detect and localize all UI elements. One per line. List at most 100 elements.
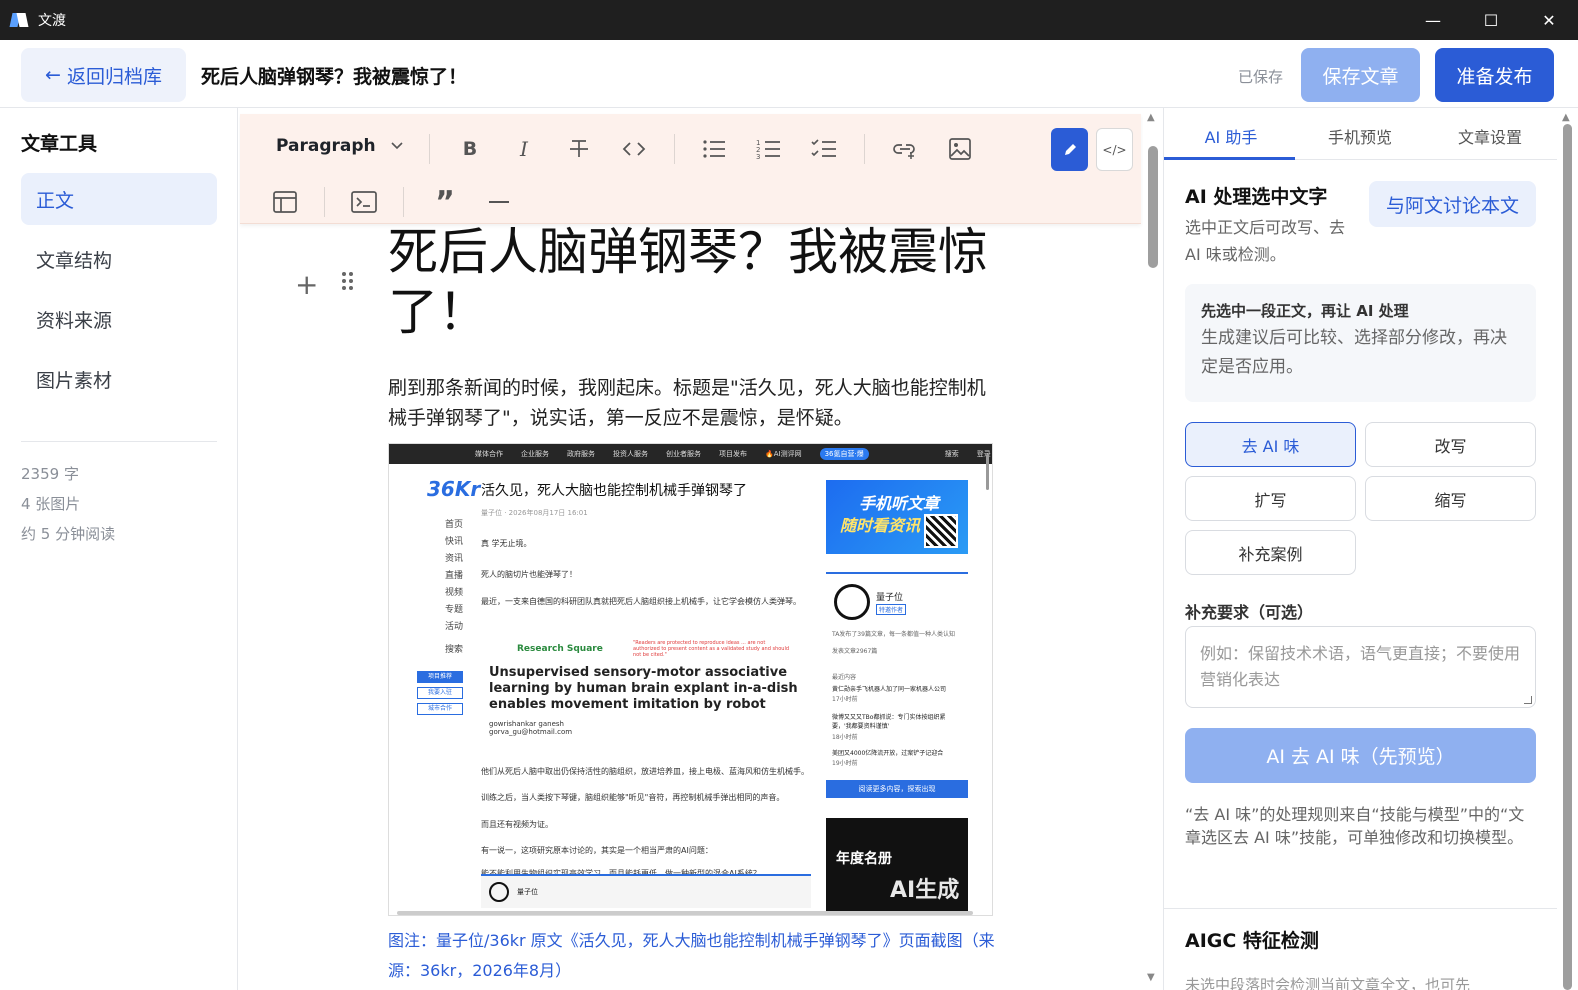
drag-handle-icon[interactable] [342,272,354,292]
app-logo-icon [9,11,29,29]
shot-side-item: 直播 [445,571,464,581]
scroll-up-icon[interactable]: ▲ [1147,112,1155,123]
paragraph-style-dropdown[interactable]: Paragraph [276,136,404,156]
shot-rs-note: "Readers are protected to reproduce idea… [633,640,790,658]
right-panel-scrollbar[interactable]: ▲ [1558,108,1578,990]
editor-scrollbar[interactable]: ▲ ▼ [1143,108,1163,990]
document-title: 死后人脑弹钢琴？我被震惊了！ [201,66,468,88]
shot-nav-item: 🔥AI测评网 [765,450,802,458]
scrollbar-thumb[interactable] [1563,124,1572,990]
image-icon[interactable] [945,134,975,164]
table-icon[interactable] [270,187,300,217]
shot-side-item: 首页 [445,520,464,530]
shot-meta: 量子位 · 2026年08月17日 16:01 [481,509,588,517]
shot-ad-line: 年度名册 [836,851,892,867]
de-ai-button[interactable]: 去 AI 味 [1185,422,1356,467]
horizontal-rule-icon[interactable] [484,187,514,217]
panel-divider [1164,908,1557,909]
task-list-icon[interactable] [809,134,839,164]
strikethrough-icon[interactable] [564,134,594,164]
toolbar-separator [864,134,865,164]
svg-text:3: 3 [756,153,760,160]
editor-area: Paragraph B I 123 </> ” + 死后人脑弹钢琴？我被震惊了！… [239,108,1143,990]
save-article-button[interactable]: 保存文章 [1301,48,1420,102]
skill-rule-note: “去 AI 味”的处理规则来自“技能与模型”中的“文章选区去 AI 味”技能，可… [1185,805,1525,847]
article-paragraph[interactable]: 刷到那条新闻的时候，我刚起床。标题是"活久见，死人大脑也能控制机械手弹钢琴了"，… [388,373,998,433]
link-icon[interactable] [890,134,920,164]
extra-requirements-input[interactable]: 例如：保留技术术语，语气更直接；不要使用营销化表达 [1185,626,1536,708]
sidebar-item-body[interactable]: 正文 [21,173,217,225]
scroll-down-icon[interactable]: ▼ [1147,972,1155,983]
bold-icon[interactable]: B [455,134,485,164]
shot-card-line: 19小时前 [832,760,858,767]
ai-section-heading: AI 处理选中文字 [1185,186,1328,208]
title-bar: 文渡 — ☐ ✕ [0,0,1578,40]
image-count: 4 张图片 [21,495,81,513]
shot-side-item: 资讯 [445,554,464,564]
shot-ad-line: AI生成 [890,878,960,903]
close-button[interactable]: ✕ [1520,0,1578,40]
shot-author-email: gorva_gu@hotmail.com [489,728,573,736]
tab-mobile-preview[interactable]: 手机预览 [1295,124,1425,148]
back-to-archive-button[interactable]: ← 返回归档库 [21,48,186,102]
scroll-up-icon[interactable]: ▲ [1562,112,1570,123]
ordered-list-icon[interactable]: 123 [754,134,784,164]
minimize-button[interactable]: — [1404,0,1462,40]
italic-icon[interactable]: I [509,134,539,164]
shot-card-line: 最近内容 [832,674,857,681]
shot-side-item: 专题 [445,605,464,615]
shot-line: 有一说一，这项研究原本讨论的，其实是一个相当严肃的AI问题： [481,846,713,855]
hint-body: 生成建议后可比较、选择部分修改，再决定是否应用。 [1201,328,1507,377]
scrollbar-thumb[interactable] [1148,146,1158,268]
arrow-left-icon: ← [45,64,61,86]
tab-article-settings[interactable]: 文章设置 [1425,124,1555,148]
blockquote-icon[interactable]: ” [430,185,460,220]
add-examples-button[interactable]: 补充案例 [1185,530,1356,575]
sidebar-heading: 文章工具 [21,133,98,155]
shot-card-line: 18小时前 [832,734,858,741]
shot-tag: 项目推荐 [417,671,463,683]
run-de-ai-preview-button[interactable]: AI 去 AI 味（先预览） [1185,728,1536,783]
shot-line: 训练之后，当人类按下琴键，脑组织能够"听见"音符，再控制机械手弹出相同的声音。 [481,793,785,802]
toolbar-separator [324,187,325,217]
source-code-toggle[interactable]: </> [1096,128,1133,171]
extra-requirements-label: 补充要求（可选） [1185,603,1314,622]
add-block-icon[interactable]: + [295,268,318,301]
sidebar-divider [21,441,217,442]
article-title[interactable]: 死后人脑弹钢琴？我被震惊了！ [388,222,1008,342]
maximize-button[interactable]: ☐ [1462,0,1520,40]
code-block-icon[interactable] [349,187,379,217]
sidebar-item-sources[interactable]: 资料来源 [21,293,217,345]
selection-hint-box: 先选中一段正文，再让 AI 处理 生成建议后可比较、选择部分修改，再决定是否应用… [1185,284,1536,402]
save-status: 已保存 [1238,68,1284,86]
shot-card-line: 17小时前 [832,696,858,703]
shorten-button[interactable]: 缩写 [1365,476,1536,521]
rewrite-button[interactable]: 改写 [1365,422,1536,467]
prepare-publish-button[interactable]: 准备发布 [1435,48,1554,102]
shot-banner: 手机听文章 随时看资讯 [826,480,968,554]
expand-button[interactable]: 扩写 [1185,476,1356,521]
image-caption[interactable]: 图注：量子位/36kr 原文《活久见，死人大脑也能控制机械手弹钢琴了》页面截图（… [388,926,1008,986]
sidebar-item-structure[interactable]: 文章结构 [21,233,217,285]
app-title: 文渡 [38,13,66,29]
sidebar-item-images[interactable]: 图片素材 [21,353,217,405]
inline-code-icon[interactable] [619,134,649,164]
shot-card-name: 量子位 [876,593,904,603]
discuss-article-button[interactable]: 与阿文讨论本文 [1369,181,1536,227]
shot-card-line: 发表文章2967篇 [832,648,878,655]
shot-logo: 36Kr [427,477,481,501]
shot-line: 而且还有视频为证。 [481,820,553,829]
right-panel-tabs: AI 助手 手机预览 文章设置 [1164,108,1557,160]
ai-pen-button[interactable] [1051,128,1088,171]
shot-nav-item: 创业者服务 [666,450,701,458]
toolbar-separator [403,187,404,217]
editor-header: ← 返回归档库 死后人脑弹钢琴？我被震惊了！ 已保存 保存文章 准备发布 [0,40,1578,108]
tab-ai-assistant[interactable]: AI 助手 [1166,124,1296,148]
resize-grip-icon[interactable] [1524,696,1532,704]
shot-side-item: 快讯 [445,537,464,547]
shot-nav-item: 36氪自营·爆 [819,448,869,460]
article-screenshot-image: 媒体合作 企业服务 政府服务 投资人服务 创业者服务 项目发布 🔥AI测评网 3… [388,443,993,916]
aigc-detection-heading: AIGC 特征检测 [1185,930,1319,952]
paragraph-style-label: Paragraph [276,136,376,156]
bullet-list-icon[interactable] [699,134,729,164]
